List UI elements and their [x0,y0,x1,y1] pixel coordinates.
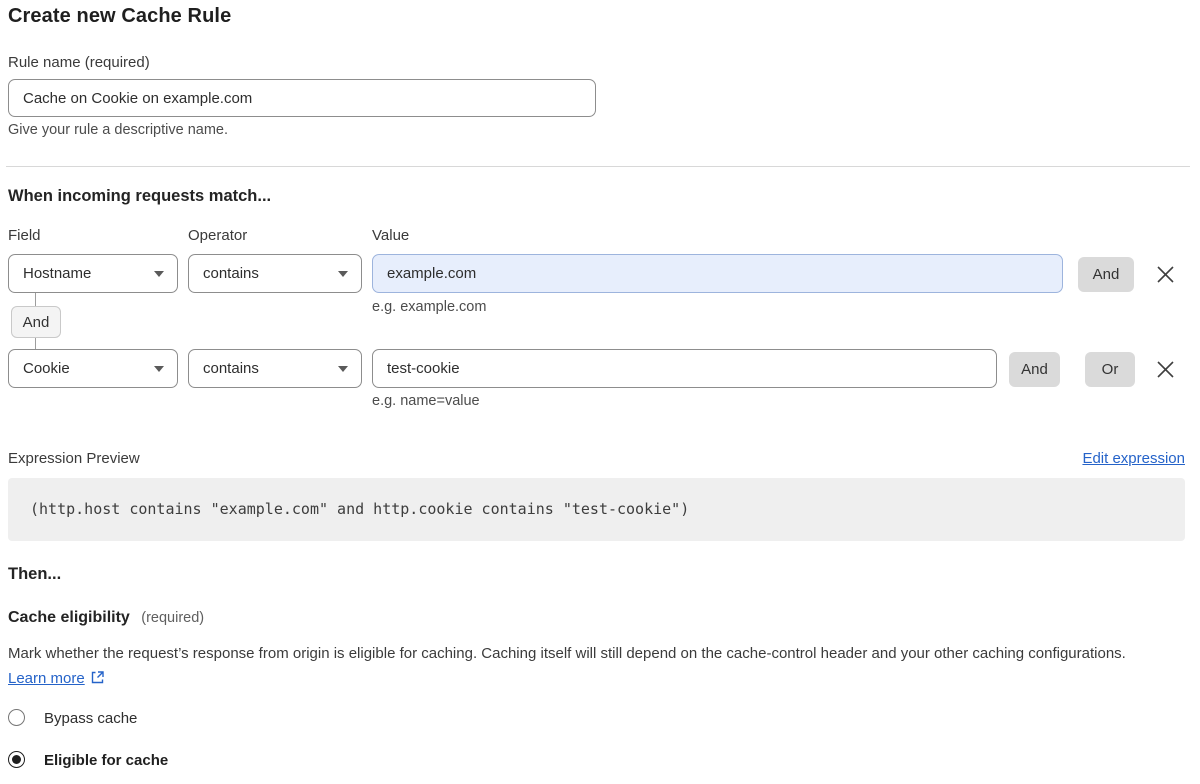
close-icon[interactable] [1153,357,1177,381]
operator-select-row1[interactable]: contains [188,254,362,293]
column-label-operator: Operator [188,227,247,244]
and-button-row2[interactable]: And [1009,352,1060,387]
description-text: Mark whether the request’s response from… [8,645,1126,662]
learn-more-link[interactable]: Learn more [8,670,85,687]
or-button-row2[interactable]: Or [1085,352,1135,387]
field-select-row2-value: Cookie [23,360,70,377]
operator-select-row2-value: contains [203,360,259,377]
and-button-row1[interactable]: And [1078,257,1134,292]
rule-name-helper: Give your rule a descriptive name. [8,122,228,138]
close-icon[interactable] [1153,262,1177,286]
column-label-field: Field [8,227,41,244]
cache-eligibility-description: Mark whether the request’s response from… [8,641,1160,691]
value-input-row2[interactable] [372,349,997,388]
match-heading: When incoming requests match... [8,187,271,206]
value-hint-row1: e.g. example.com [372,299,486,315]
chevron-down-icon [338,366,348,372]
value-hint-row2: e.g. name=value [372,393,480,409]
section-divider [6,166,1190,167]
expression-code: (http.host contains "example.com" and ht… [8,478,1185,541]
expression-preview-label: Expression Preview [8,450,140,467]
connector-and-button[interactable]: And [11,306,61,338]
column-label-value: Value [372,227,409,244]
field-select-row2[interactable]: Cookie [8,349,178,388]
then-heading: Then... [8,565,61,584]
create-cache-rule-page: Create new Cache Rule Rule name (require… [0,0,1200,784]
chevron-down-icon [338,271,348,277]
radio-bypass-cache-label: Bypass cache [44,710,137,727]
field-select-row1[interactable]: Hostname [8,254,178,293]
cache-eligibility-heading: Cache eligibility [8,609,130,626]
chevron-down-icon [154,271,164,277]
close-icon-glyph [1156,360,1175,379]
cache-eligibility-heading-row: Cache eligibility (required) [8,609,204,627]
chevron-down-icon [154,366,164,372]
rule-name-input[interactable] [8,79,596,117]
radio-eligible-for-cache[interactable] [8,751,25,768]
expression-code-block: (http.host contains "example.com" and ht… [8,478,1185,541]
external-link-icon [90,670,105,685]
required-note: (required) [141,610,204,626]
operator-select-row2[interactable]: contains [188,349,362,388]
operator-select-row1-value: contains [203,265,259,282]
radio-bypass-cache[interactable] [8,709,25,726]
value-input-row1[interactable] [372,254,1063,293]
page-title: Create new Cache Rule [8,5,231,28]
field-select-row1-value: Hostname [23,265,91,282]
rule-name-label: Rule name (required) [8,54,150,71]
connector-line-top [35,293,36,306]
edit-expression-link[interactable]: Edit expression [1082,450,1185,467]
radio-eligible-for-cache-label: Eligible for cache [44,752,168,769]
close-icon-glyph [1156,265,1175,284]
